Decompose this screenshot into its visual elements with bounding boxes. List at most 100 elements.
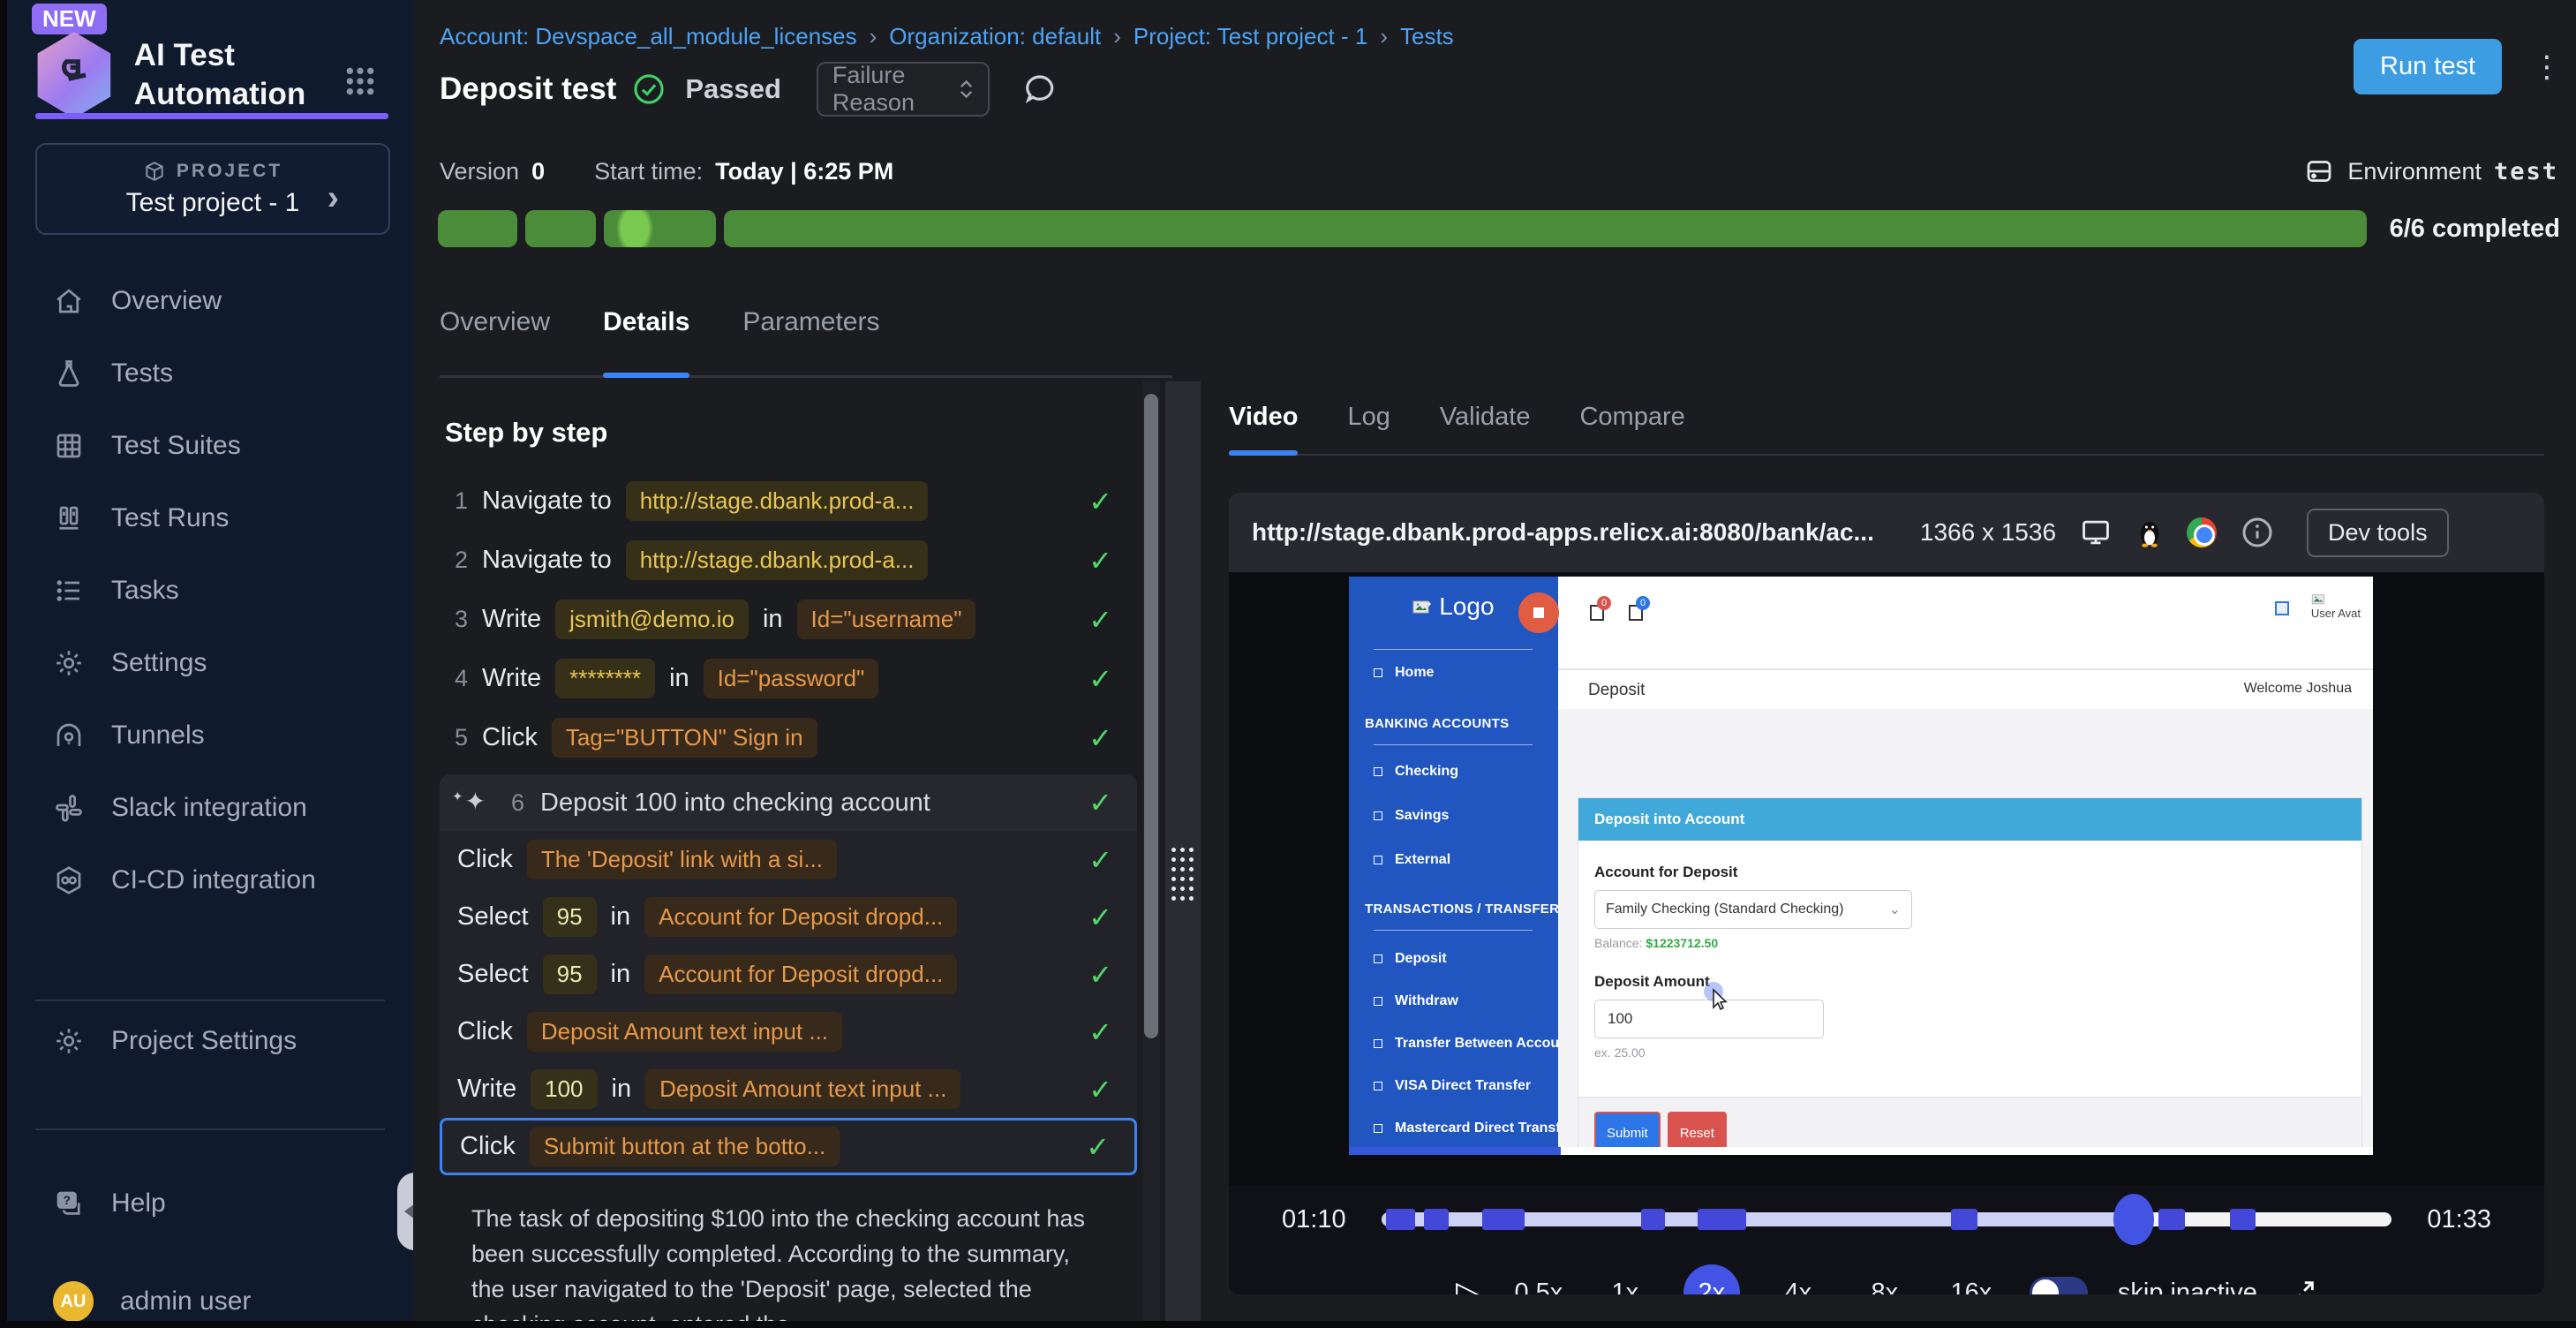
step-row-1[interactable]: 1 Navigate to http://stage.dbank.prod-a.… [440, 472, 1137, 531]
step-value-chip[interactable]: jsmith@demo.io [555, 600, 749, 639]
step-locator-chip[interactable]: Tag="BUTTON" Sign in [552, 718, 817, 758]
steps-scrollbar[interactable] [1142, 381, 1160, 1321]
video-stage[interactable]: Logo Home BANKING ACCOUNTS Checking Savi… [1229, 572, 2544, 1186]
step-locator-chip[interactable]: Id="username" [797, 600, 976, 639]
sidebar-item-cicd-integration[interactable]: CI-CD integration [7, 844, 413, 917]
sidebar-item-help[interactable]: ? Help [7, 1167, 413, 1240]
replay-url[interactable]: http://stage.dbank.prod-apps.relicx.ai:8… [1252, 518, 1874, 547]
step-target-chip[interactable]: http://stage.dbank.prod-a... [626, 540, 929, 580]
timeline-playhead[interactable] [2113, 1194, 2154, 1245]
scrollbar-thumb[interactable] [1144, 394, 1158, 1038]
tab-parameters[interactable]: Parameters [742, 291, 879, 375]
substep-row-4[interactable]: Click Deposit Amount text input ... ✓ [440, 1003, 1137, 1060]
speed-16x[interactable]: 16x [1943, 1264, 2000, 1294]
bank-nav-withdraw[interactable]: Withdraw [1374, 993, 1458, 1009]
deposit-amount-input[interactable]: 100 [1594, 1000, 1824, 1038]
step-row-4[interactable]: 4 Write ******** in Id="password" ✓ [440, 649, 1137, 708]
step-group-header[interactable]: ✦ 6 Deposit 100 into checking account ✓ [440, 774, 1137, 831]
sidebar-item-project-settings[interactable]: Project Settings [7, 1005, 413, 1077]
bank-toolbar-icon[interactable] [2275, 601, 2289, 615]
step-value-chip[interactable]: 95 [543, 897, 597, 937]
sidebar-item-settings[interactable]: Settings [7, 627, 413, 699]
sidebar-item-tests[interactable]: Tests [7, 337, 413, 410]
progress-segment[interactable] [724, 210, 2367, 247]
tab-log[interactable]: Log [1347, 381, 1390, 454]
tab-overview[interactable]: Overview [440, 291, 550, 375]
step-locator-chip[interactable]: Submit button at the botto... [530, 1127, 840, 1166]
step-target-chip[interactable]: http://stage.dbank.prod-a... [626, 481, 929, 521]
bank-message-icon[interactable]: 0 [1629, 605, 1643, 621]
panel-resize-divider[interactable] [1165, 381, 1201, 1321]
bank-nav-home[interactable]: Home [1374, 665, 1434, 681]
breadcrumb-account[interactable]: Account: Devspace_all_module_licenses [440, 23, 857, 50]
timeline-activity-marker[interactable] [2158, 1209, 2185, 1230]
bank-nav-checking[interactable]: Checking [1374, 764, 1458, 780]
substep-row-6-selected[interactable]: Click Submit button at the botto... ✓ [440, 1118, 1137, 1175]
progress-segment[interactable] [438, 210, 517, 247]
bank-nav-external[interactable]: External [1374, 852, 1450, 868]
timeline-activity-marker[interactable] [2230, 1209, 2256, 1230]
scrollbar-thumb[interactable] [1349, 1147, 1561, 1155]
user-menu[interactable]: AU admin user [7, 1261, 413, 1328]
timeline-activity-marker[interactable] [1424, 1209, 1450, 1230]
step-locator-chip[interactable]: Account for Deposit dropd... [644, 897, 957, 937]
step-locator-chip[interactable]: Id="password" [704, 659, 879, 698]
sidebar-item-test-suites[interactable]: Test Suites [7, 410, 413, 482]
skip-inactive-toggle[interactable] [2030, 1277, 2088, 1294]
kebab-menu-icon[interactable]: ⋮ [2532, 49, 2562, 85]
breadcrumb-tests[interactable]: Tests [1400, 23, 1454, 50]
timeline-activity-marker[interactable] [1951, 1209, 1977, 1230]
sidebar-item-tasks[interactable]: Tasks [7, 555, 413, 627]
progress-segment-active[interactable] [604, 210, 716, 247]
account-for-deposit-select[interactable]: Family Checking (Standard Checking)⌄ [1594, 890, 1912, 929]
step-locator-chip[interactable]: The 'Deposit' link with a si... [527, 840, 837, 879]
breadcrumb-project[interactable]: Project: Test project - 1 [1134, 23, 1367, 50]
play-button[interactable]: ▷ [1456, 1274, 1480, 1294]
breadcrumb-organization[interactable]: Organization: default [889, 23, 1101, 50]
timeline-activity-marker[interactable] [1386, 1209, 1415, 1230]
bank-nav-deposit[interactable]: Deposit [1374, 951, 1447, 967]
speed-1x[interactable]: 1x [1597, 1264, 1653, 1294]
bank-nav-mastercard[interactable]: Mastercard Direct Transfer [1374, 1120, 1574, 1136]
step-value-chip[interactable]: 100 [531, 1069, 597, 1109]
step-locator-chip[interactable]: Account for Deposit dropd... [644, 954, 957, 994]
timeline-activity-marker[interactable] [1698, 1209, 1746, 1230]
step-row-3[interactable]: 3 Write jsmith@demo.io in Id="username" … [440, 590, 1137, 649]
tab-details[interactable]: Details [603, 291, 689, 375]
progress-segment[interactable] [525, 210, 596, 247]
step-row-5[interactable]: 5 Click Tag="BUTTON" Sign in ✓ [440, 708, 1137, 767]
speed-4x[interactable]: 4x [1770, 1264, 1827, 1294]
failure-reason-select[interactable]: Failure Reason [817, 62, 990, 117]
timeline-activity-marker[interactable] [1641, 1209, 1665, 1230]
bank-nav-visa[interactable]: VISA Direct Transfer [1374, 1078, 1531, 1094]
substep-row-5[interactable]: Write 100 in Deposit Amount text input .… [440, 1060, 1137, 1118]
project-selector[interactable]: PROJECT Test project - 1 › [35, 143, 390, 235]
timeline-activity-marker[interactable] [1482, 1209, 1525, 1230]
bank-nav-savings[interactable]: Savings [1374, 808, 1449, 824]
speed-8x[interactable]: 8x [1857, 1264, 1913, 1294]
substep-row-1[interactable]: Click The 'Deposit' link with a si... ✓ [440, 831, 1137, 888]
monitor-icon[interactable] [2079, 516, 2113, 549]
bank-user-avatar-broken[interactable]: User Avat [2311, 594, 2361, 621]
timeline-track[interactable] [1382, 1212, 2392, 1226]
sidebar-item-overview[interactable]: Overview [7, 265, 413, 337]
fullscreen-icon[interactable] [2287, 1278, 2317, 1294]
info-icon[interactable] [2240, 515, 2275, 550]
comment-icon[interactable] [1021, 71, 1058, 108]
sidebar-item-test-runs[interactable]: Test Runs [7, 482, 413, 555]
dev-tools-button[interactable]: Dev tools [2307, 509, 2449, 557]
bank-notification-icon[interactable]: 0 [1590, 605, 1604, 621]
sidebar-item-tunnels[interactable]: Tunnels [7, 699, 413, 772]
tab-compare[interactable]: Compare [1579, 381, 1684, 454]
substep-row-3[interactable]: Select 95 in Account for Deposit dropd..… [440, 946, 1137, 1003]
step-value-chip[interactable]: ******** [555, 659, 655, 698]
step-locator-chip[interactable]: Deposit Amount text input ... [645, 1069, 960, 1109]
sidebar-item-slack-integration[interactable]: Slack integration [7, 772, 413, 844]
bank-nav-transfer[interactable]: Transfer Between Accounts [1374, 1036, 1580, 1052]
step-locator-chip[interactable]: Deposit Amount text input ... [527, 1012, 842, 1052]
run-test-button[interactable]: Run test [2354, 39, 2502, 94]
tab-video[interactable]: Video [1229, 381, 1298, 454]
speed-0.5x[interactable]: 0.5x [1510, 1264, 1567, 1294]
step-row-2[interactable]: 2 Navigate to http://stage.dbank.prod-a.… [440, 531, 1137, 590]
tab-validate[interactable]: Validate [1440, 381, 1531, 454]
